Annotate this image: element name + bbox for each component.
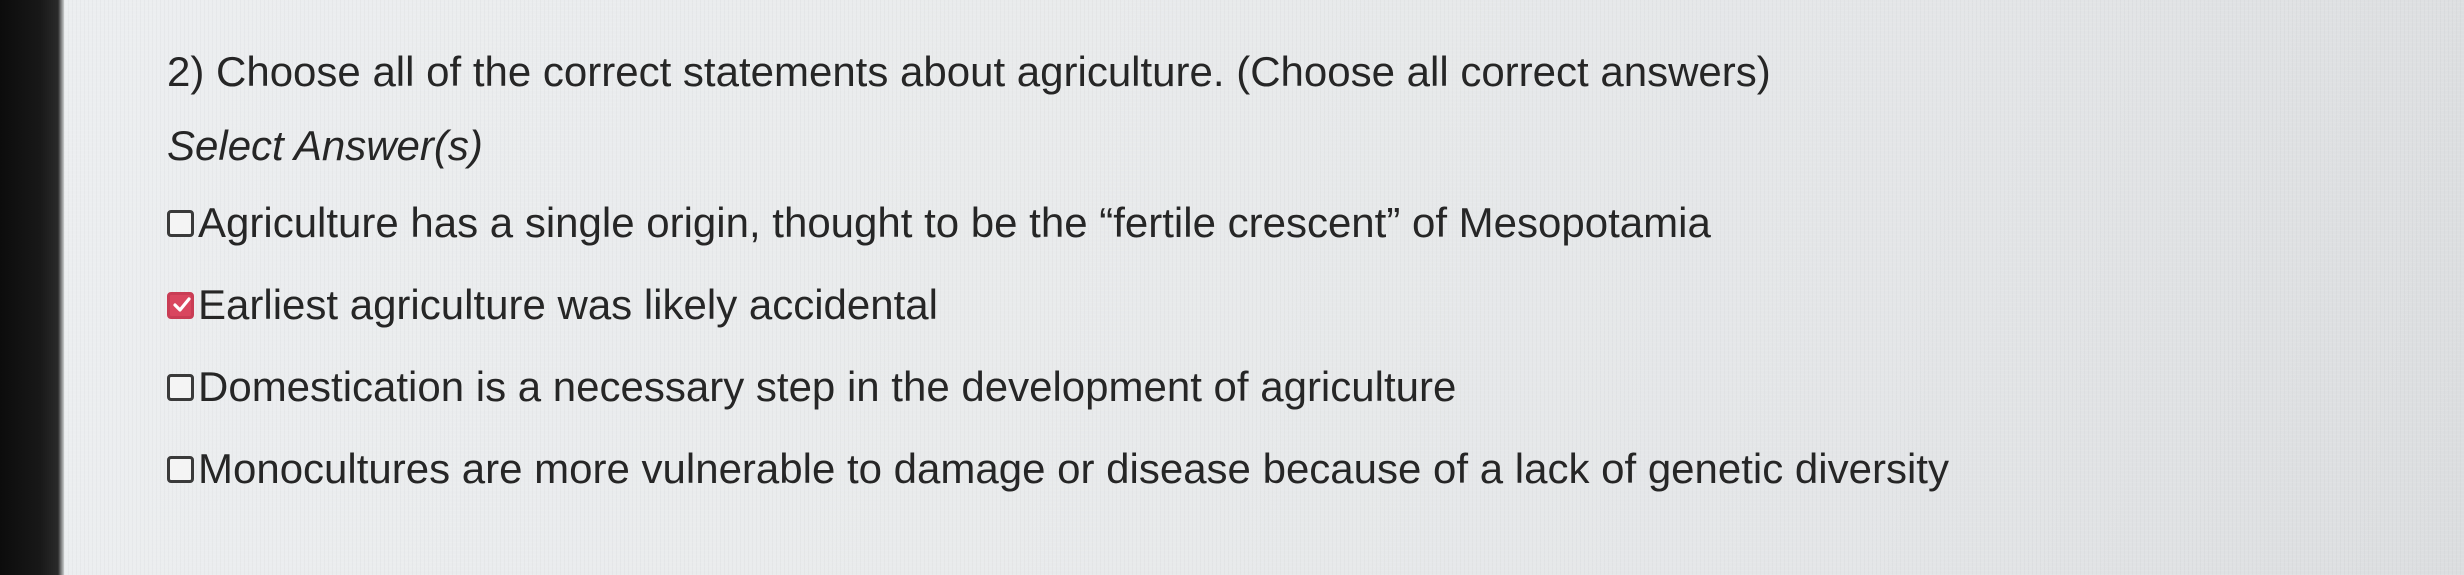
answer-option-label: Agriculture has a single origin, thought… [198,199,1711,246]
checkbox-unchecked[interactable] [167,373,194,401]
checkbox-unchecked[interactable] [167,455,194,483]
answer-option-1[interactable]: Agriculture has a single origin, thought… [167,182,2267,264]
checkmark-icon [173,296,191,312]
checkbox-checked[interactable] [167,291,194,319]
monitor-bezel [0,0,64,575]
select-answers-instruction: Select Answer(s) [167,122,483,169]
answer-option-4[interactable]: Monocultures are more vulnerable to dama… [167,428,2267,510]
question-block: 2) Choose all of the correct statements … [167,40,2267,510]
answer-option-label: Earliest agriculture was likely accident… [198,281,938,328]
answer-options: Agriculture has a single origin, thought… [167,182,2267,510]
answer-option-2[interactable]: Earliest agriculture was likely accident… [167,264,2267,346]
answer-option-label: Domestication is a necessary step in the… [198,363,1457,410]
checkbox-unchecked[interactable] [167,209,194,237]
question-title: 2) Choose all of the correct statements … [167,48,1771,95]
screen: 2) Choose all of the correct statements … [64,0,2464,575]
answer-option-3[interactable]: Domestication is a necessary step in the… [167,346,2267,428]
answer-option-label: Monocultures are more vulnerable to dama… [198,445,1949,492]
